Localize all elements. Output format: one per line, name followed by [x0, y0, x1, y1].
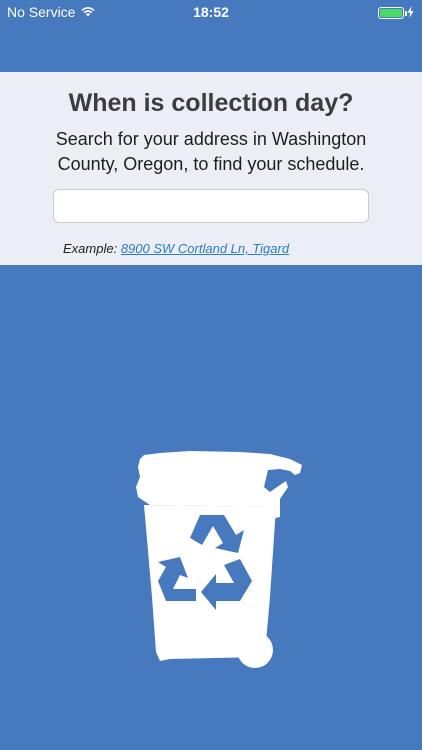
status-bar: No Service 18:52 — [0, 0, 422, 24]
battery-fill — [380, 9, 402, 17]
address-search-input[interactable] — [53, 189, 369, 223]
example-address-link[interactable]: 8900 SW Cortland Ln, Tigard — [121, 241, 289, 256]
battery-icon — [378, 7, 407, 19]
page-title: When is collection day? — [68, 89, 354, 117]
clock: 18:52 — [193, 4, 229, 20]
page-subtitle: Search for your address in Washington Co… — [55, 129, 367, 174]
search-panel: When is collection day? Search for your … — [0, 72, 422, 265]
example-hint: Example: 8900 SW Cortland Ln, Tigard — [63, 241, 289, 256]
recycling-cart-icon — [130, 447, 310, 672]
battery-cap — [405, 11, 407, 16]
status-right — [378, 5, 414, 21]
example-label: Example: — [63, 241, 118, 256]
charging-bolt-icon — [407, 5, 414, 21]
